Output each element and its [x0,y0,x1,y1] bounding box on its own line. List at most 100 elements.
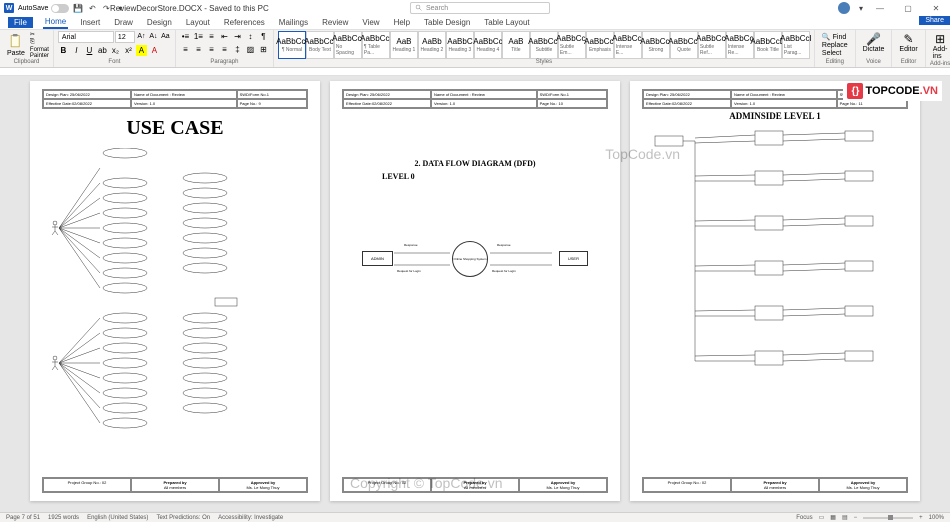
tab-table-design[interactable]: Table Design [422,17,472,28]
page-1[interactable]: Design Plan: 25/06/2022 Effective Date:0… [30,81,320,501]
maximize-button[interactable]: ▢ [894,0,922,16]
tab-view[interactable]: View [360,17,381,28]
language-indicator[interactable]: English (United States) [87,515,148,521]
dfd-diagram: ADMIN Online Shopping System USER Respon… [342,221,608,301]
style-item[interactable]: AaBbCcIEmphasis [586,31,614,59]
page-indicator[interactable]: Page 7 of 51 [6,515,40,521]
cut-button[interactable]: ✂ [30,31,49,38]
tab-home[interactable]: Home [43,16,68,29]
tab-file[interactable]: File [8,17,33,28]
sort-icon[interactable]: ↕ [245,31,256,42]
print-layout-icon[interactable]: ▦ [830,514,836,521]
find-button[interactable]: 🔍 Find [822,33,848,41]
style-item[interactable]: AaBbCcI¶ Normal [278,31,306,59]
style-item[interactable]: AaBbCcI¶ Table Pa... [362,31,390,59]
increase-indent-icon[interactable]: ⇥ [232,31,243,42]
bold-button[interactable]: B [58,45,69,56]
change-case-icon[interactable]: Aa [160,31,171,42]
search-input[interactable]: Search [410,2,550,14]
editor-button[interactable]: ✎ Editor [896,31,920,54]
show-marks-icon[interactable]: ¶ [258,31,269,42]
font-size-selector[interactable]: 12 [115,31,135,43]
web-layout-icon[interactable]: ▤ [842,514,848,521]
zoom-in-icon[interactable]: + [919,515,923,521]
save-icon[interactable]: 💾 [73,3,83,13]
tab-design[interactable]: Design [145,17,174,28]
undo-icon[interactable]: ↶ [87,3,97,13]
style-item[interactable]: AaBbHeading 2 [418,31,446,59]
titlebar: W AutoSave 💾 ↶ ↷ ▾ ReviewDecorStore.DOCX… [0,0,950,16]
autosave-toggle[interactable]: AutoSave [18,4,69,13]
multilevel-icon[interactable]: ≡ [206,31,217,42]
accessibility-check[interactable]: Accessibility: Investigate [218,515,283,521]
numbering-icon[interactable]: 1≡ [193,31,204,42]
tab-help[interactable]: Help [392,17,412,28]
format-painter-button[interactable]: Format Painter [30,47,49,59]
style-item[interactable]: AaBHeading 1 [390,31,418,59]
tab-references[interactable]: References [222,17,267,28]
style-item[interactable]: AaBTitle [502,31,530,59]
strike-button[interactable]: ab [97,45,108,56]
style-item[interactable]: AaBbCcISubtle Ref... [698,31,726,59]
style-item[interactable]: AaBbCcISubtitle [530,31,558,59]
style-item[interactable]: AaBbCcIList Parag... [782,31,810,59]
close-button[interactable]: ✕ [922,0,950,16]
style-item[interactable]: AaBbCcIIntense E... [614,31,642,59]
underline-button[interactable]: U [84,45,95,56]
bullets-icon[interactable]: •≡ [180,31,191,42]
read-mode-icon[interactable]: ▭ [819,514,825,521]
dictate-button[interactable]: 🎤 Dictate [860,31,888,54]
zoom-out-icon[interactable]: − [854,515,858,521]
subscript-button[interactable]: x₂ [110,45,121,56]
document-canvas[interactable]: {} TOPCODE.VN Design Plan: 25/06/2022 Ef… [0,76,950,512]
style-item[interactable]: AaBbCcINo Spacing [334,31,362,59]
superscript-button[interactable]: x² [123,45,134,56]
style-item[interactable]: AaBbCcDBook Title [754,31,782,59]
style-item[interactable]: AaBbCcIStrong [642,31,670,59]
page-3[interactable]: Design Plan: 25/06/2022 Effective Date:0… [630,81,920,501]
toggle-switch-icon[interactable] [51,4,69,13]
tab-insert[interactable]: Insert [78,17,102,28]
zoom-slider[interactable] [863,517,913,519]
page-2[interactable]: Design Plan: 25/06/2022 Effective Date:0… [330,81,620,501]
shading-icon[interactable]: ▨ [245,44,256,55]
style-item[interactable]: AaBbCcIBody Text [306,31,334,59]
tab-table-layout[interactable]: Table Layout [482,17,531,28]
font-family-selector[interactable]: Arial [58,31,114,43]
decrease-indent-icon[interactable]: ⇤ [219,31,230,42]
decrease-font-icon[interactable]: A↓ [148,31,159,42]
highlight-button[interactable]: A [136,45,147,56]
zoom-level[interactable]: 100% [929,515,944,521]
paste-button[interactable]: Paste [4,33,28,58]
align-left-icon[interactable]: ≡ [180,44,191,55]
minimize-button[interactable]: — [866,0,894,16]
ribbon-display-icon[interactable]: ▾ [856,3,866,13]
style-item[interactable]: AaBbCcISubtle Em... [558,31,586,59]
align-center-icon[interactable]: ≡ [193,44,204,55]
increase-font-icon[interactable]: A↑ [136,31,147,42]
styles-gallery[interactable]: AaBbCcI¶ NormalAaBbCcIBody TextAaBbCcINo… [278,31,810,59]
horizontal-ruler[interactable] [0,68,950,76]
font-color-button[interactable]: A [149,45,160,56]
replace-button[interactable]: Replace [822,42,848,49]
style-item[interactable]: AaBbCcIQuote [670,31,698,59]
tab-mailings[interactable]: Mailings [277,17,310,28]
italic-button[interactable]: I [71,45,82,56]
tab-review[interactable]: Review [320,17,350,28]
word-count[interactable]: 1925 words [48,515,79,521]
line-spacing-icon[interactable]: ‡ [232,44,243,55]
addins-button[interactable]: ⊞ Add-ins [930,31,950,61]
borders-icon[interactable]: ⊞ [258,44,269,55]
justify-icon[interactable]: ≡ [219,44,230,55]
tab-draw[interactable]: Draw [112,17,135,28]
focus-mode[interactable]: Focus [796,515,812,521]
share-button[interactable]: Share [919,16,950,25]
select-button[interactable]: Select [822,50,848,57]
style-item[interactable]: AaBbCcHeading 4 [474,31,502,59]
user-avatar[interactable] [838,2,850,14]
copy-button[interactable]: ⎘ [30,39,49,46]
align-right-icon[interactable]: ≡ [206,44,217,55]
style-item[interactable]: AaBbCHeading 3 [446,31,474,59]
tab-layout[interactable]: Layout [184,17,212,28]
text-predictions[interactable]: Text Predictions: On [156,515,210,521]
